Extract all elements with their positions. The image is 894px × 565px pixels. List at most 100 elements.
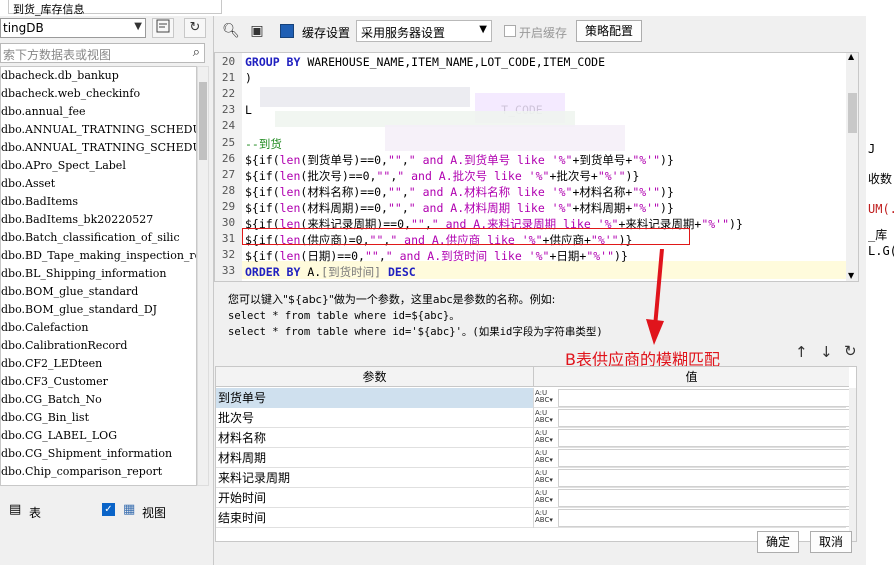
table-list-item[interactable]: dbacheck.web_checkinfo (1, 85, 196, 103)
hint-line-3: select * from table where id='${abc}'。(如… (228, 326, 603, 338)
param-type-icon[interactable]: A:U ABC▾ (535, 390, 557, 406)
database-select-value: tingDB (3, 21, 44, 35)
dataset-name-input[interactable]: 到货_库存信息 (8, 0, 222, 16)
param-type-icon[interactable]: A:U ABC▾ (535, 510, 557, 526)
param-value-input[interactable] (558, 409, 850, 427)
table-list-item[interactable]: dbo.CG_Batch_No (1, 391, 196, 409)
parameter-table: 参数 值 到货单号 A:U ABC▾ 批次号 A:U ABC▾ 材料名称 A:U ABC▾ 材料周… (215, 366, 857, 542)
table-list-item[interactable]: dbo.BD_Tape_making_inspection_rec (1, 247, 196, 265)
table-list-item[interactable]: dbo.Calefaction (1, 319, 196, 337)
table-list-item[interactable]: dbo.Batch_classification_of_silic (1, 229, 196, 247)
code-line: GROUP BY WAREHOUSE_NAME,ITEM_NAME,LOT_CO… (245, 55, 606, 69)
table-list-item[interactable]: dbo.BadItems_bk20220527 (1, 211, 196, 229)
param-value-input[interactable] (558, 509, 850, 527)
line-number-gutter: 20 21 22 23 24 25 26 27 28 29 30 31 32 33 (215, 53, 242, 281)
sql-editor[interactable]: 20 21 22 23 24 25 26 27 28 29 30 31 32 33 GROUP BY WA… (214, 52, 859, 282)
table-list-item[interactable]: dbo.APro_Spect_Label (1, 157, 196, 175)
table-list-item[interactable]: dbo.CG_LABEL_LOG (1, 427, 196, 445)
save-button[interactable]: ▣ (246, 20, 268, 42)
param-value-input[interactable] (558, 389, 850, 407)
search-icon: ⌕ (192, 45, 200, 60)
line-number: 23 (221, 103, 236, 117)
preview-button[interactable]: 🔍︎ (220, 20, 242, 42)
view-icon: ▦ (123, 502, 136, 517)
code-line: --到货 (245, 136, 282, 151)
param-value-input[interactable] (558, 489, 850, 507)
cancel-button[interactable]: 取消 (810, 531, 852, 553)
database-select[interactable]: tingDB ▼ (0, 18, 146, 38)
cache-mode-select[interactable]: 采用服务器设置 ▼ (356, 20, 492, 42)
line-number: 20 (221, 55, 236, 68)
param-type-icon[interactable]: A:U ABC▾ (535, 450, 557, 466)
parameter-hint: 您可以键入"${abc}"做为一个参数，这里abc是参数的名称。例如: sele… (228, 292, 603, 340)
table-list-item[interactable]: dbo.BadItems (1, 193, 196, 211)
editor-scroll-thumb[interactable] (848, 93, 857, 133)
line-number: 27 (221, 167, 236, 181)
move-down-icon[interactable]: ↓ (820, 343, 833, 361)
table-list-item[interactable]: dbo.CF2_LEDteen (1, 355, 196, 373)
scroll-up-icon[interactable]: ▲ (848, 53, 854, 61)
param-row[interactable]: 开始时间 A:U ABC▾ (216, 488, 850, 508)
param-name: 开始时间 (216, 488, 534, 508)
table-list-item[interactable]: dbo.BL_Shipping_information (1, 265, 196, 283)
table-list-item[interactable]: dbo.CG_Shipment_information (1, 445, 196, 463)
title-bar: 到货_库存信息 (0, 0, 894, 16)
table-list-item[interactable]: dbo.CG_Bin_list (1, 409, 196, 427)
param-value-input[interactable] (558, 449, 850, 467)
table-list: dbacheck.db_bankup dbacheck.web_checkinfo… (0, 66, 197, 486)
table-list-item[interactable]: dbo.Chip_comparison_report (1, 463, 196, 481)
code-line: ) (245, 71, 252, 86)
line-number: 33 (221, 264, 236, 278)
table-filter-input[interactable]: 索下方数据表或视图 ⌕ (0, 43, 205, 63)
param-type-icon[interactable]: A:U ABC▾ (535, 410, 557, 426)
table-list-item[interactable]: dbo.ANNUAL_TRATNING_SCHEDULE_bak2 (1, 139, 196, 157)
sql-preview-button[interactable] (152, 18, 174, 38)
param-row[interactable]: 批次号 A:U ABC▾ (216, 408, 850, 428)
cache-settings-label: 缓存设置 (302, 26, 351, 40)
param-name: 材料名称 (216, 428, 534, 448)
param-value-input[interactable] (558, 469, 850, 487)
move-up-icon[interactable]: ↑ (795, 343, 808, 361)
editor-scrollbar[interactable]: ▲ ▼ (846, 53, 858, 281)
param-type-icon[interactable]: A:U ABC▾ (535, 490, 557, 506)
table-list-item[interactable]: dbo.annual_fee (1, 103, 196, 121)
param-row[interactable]: 来料记录周期 A:U ABC▾ (216, 468, 850, 488)
code-line: ${if(len(材料周期)==0,""," and A.材料周期 like '… (245, 200, 674, 215)
param-row[interactable]: 材料名称 A:U ABC▾ (216, 428, 850, 448)
line-number: 32 (221, 248, 236, 262)
strategy-config-button[interactable]: 策略配置 (576, 20, 642, 42)
table-icon: ▤ (9, 502, 22, 517)
table-list-scroll-thumb[interactable] (199, 82, 207, 160)
table-list-item[interactable]: dbo.ANNUAL_TRATNING_SCHEDULE (1, 121, 196, 139)
toolbar: 🔍︎ ▣ 缓存设置 采用服务器设置 ▼ 开启缓存 策略配置 (214, 16, 867, 46)
parameter-table-scrollbar[interactable] (849, 388, 856, 541)
refresh-params-icon[interactable]: ↻ (844, 342, 857, 360)
table-list-item[interactable]: dbo.Asset (1, 175, 196, 193)
table-list-item[interactable]: dbo.BOM_glue_standard_DJ (1, 301, 196, 319)
code-line: ${if(len(到货单号)==0,""," and A.到货单号 like '… (245, 152, 674, 167)
param-row[interactable]: 结束时间 A:U ABC▾ (216, 508, 850, 528)
view-filter-label[interactable]: 视图 (142, 504, 166, 521)
line-number: 29 (221, 199, 236, 213)
cache-icon (280, 24, 294, 38)
table-list-item[interactable]: dbo.BOM_glue_standard (1, 283, 196, 301)
param-row[interactable]: 到货单号 A:U ABC▾ (216, 388, 850, 408)
ok-button[interactable]: 确定 (757, 531, 799, 553)
scroll-down-icon[interactable]: ▼ (848, 271, 854, 280)
param-value-input[interactable] (558, 429, 850, 447)
param-name: 批次号 (216, 408, 534, 428)
table-list-item[interactable]: dbo.CF3_Customer (1, 373, 196, 391)
param-type-icon[interactable]: A:U ABC▾ (535, 430, 557, 446)
table-filter-label[interactable]: 表 (29, 504, 41, 521)
enable-cache-checkbox[interactable] (504, 25, 516, 37)
code-line: ${if(len(批次号)==0,""," and A.批次号 like '%"… (245, 168, 640, 183)
param-type-icon[interactable]: A:U ABC▾ (535, 470, 557, 486)
refresh-icon: ↻ (189, 20, 201, 35)
refresh-button[interactable]: ↻ (184, 18, 206, 38)
table-list-item[interactable]: dbacheck.db_bankup (1, 67, 196, 85)
background-window-strip: J 收数 UM(.. _库 L.G( (866, 0, 894, 565)
table-list-item[interactable]: dbo.CalibrationRecord (1, 337, 196, 355)
param-name: 到货单号 (216, 388, 534, 408)
param-row[interactable]: 材料周期 A:U ABC▾ (216, 448, 850, 468)
view-checkbox[interactable]: ✓ (102, 503, 115, 516)
